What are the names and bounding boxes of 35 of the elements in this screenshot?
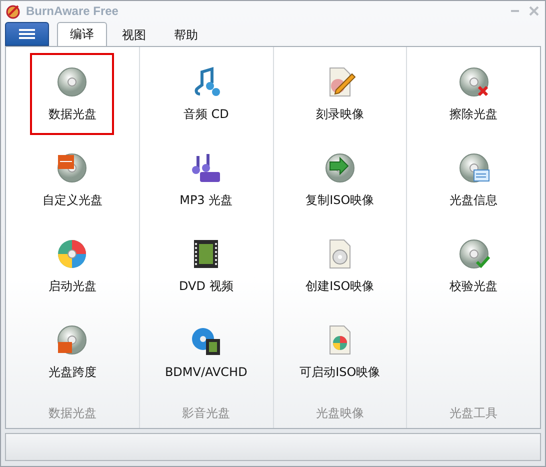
disc-label-icon — [56, 324, 88, 356]
group-label: 数据光盘 — [48, 405, 96, 422]
ribbon-button[interactable]: 自定义光盘 — [30, 139, 114, 222]
group-label: 光盘工具 — [450, 405, 498, 422]
disc-card-icon — [458, 152, 490, 184]
ribbon-button[interactable]: 数据光盘 — [30, 53, 114, 136]
ribbon-button[interactable]: 可启动ISO映像 — [298, 311, 382, 394]
music-notes-icon — [190, 152, 222, 184]
close-icon[interactable] — [529, 6, 539, 16]
ribbon-button[interactable]: 擦除光盘 — [432, 53, 516, 136]
ribbon-tab[interactable]: 编译 — [57, 22, 107, 46]
ribbon-button[interactable]: 刻录映像 — [298, 53, 382, 136]
ribbon-button[interactable]: 启动光盘 — [30, 225, 114, 308]
disc-label-icon — [56, 152, 88, 184]
ribbon-button[interactable]: 音频 CD — [164, 53, 248, 136]
ribbon-button[interactable]: MP3 光盘 — [164, 139, 248, 222]
ribbon-button[interactable]: BDMV/AVCHD — [164, 311, 248, 394]
disc-icon — [56, 66, 88, 98]
app-menu-button[interactable] — [5, 22, 49, 46]
group-label: 光盘映像 — [316, 405, 364, 422]
disc-cross-icon — [458, 66, 490, 98]
disc-film-icon — [190, 325, 222, 358]
group-label: 影音光盘 — [182, 405, 230, 422]
menu-icon — [17, 27, 37, 42]
window-title: BurnAware Free — [26, 4, 118, 18]
ribbon-button[interactable]: 光盘跨度 — [30, 311, 114, 394]
ribbon-button[interactable]: DVD 视频 — [164, 225, 248, 308]
ribbon-button[interactable]: 复制ISO映像 — [298, 139, 382, 222]
disc-check-icon — [458, 238, 490, 270]
ribbon-button[interactable]: 校验光盘 — [432, 225, 516, 308]
colored-disc-icon — [56, 238, 88, 270]
ribbon-button[interactable]: 创建ISO映像 — [298, 225, 382, 308]
ribbon-tab[interactable]: 帮助 — [161, 24, 211, 46]
ribbon-button[interactable]: 光盘信息 — [432, 139, 516, 222]
ribbon-tab[interactable]: 视图 — [109, 24, 159, 46]
